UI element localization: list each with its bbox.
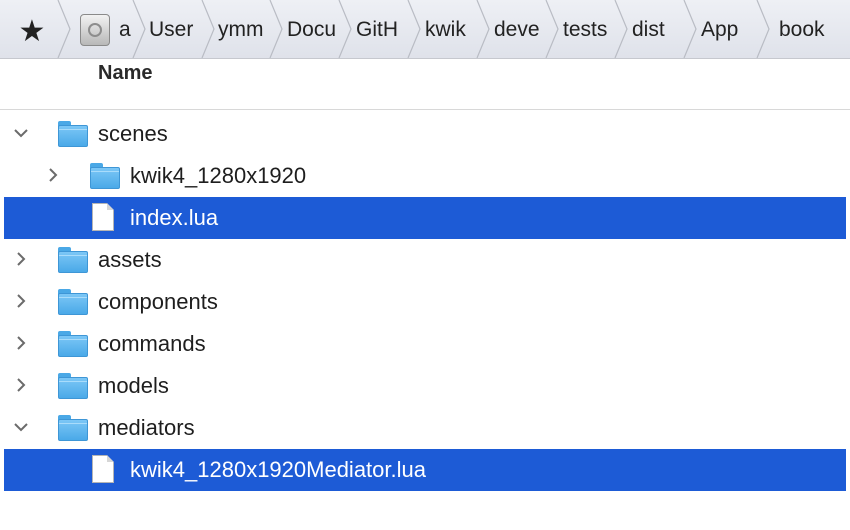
folder-icon [58, 247, 88, 273]
file-icon [92, 203, 114, 231]
chevron-down-icon[interactable] [10, 416, 32, 438]
item-label: index.lua [130, 205, 219, 230]
path-segment-kwik[interactable]: kwik [425, 0, 475, 58]
folder-icon [58, 331, 88, 357]
chevron-separator-icon [755, 0, 771, 58]
column-header-name[interactable]: Name [98, 62, 152, 85]
list-item-index-lua[interactable]: index.lua [4, 197, 846, 239]
list-item-commands[interactable]: commands [4, 323, 846, 365]
list-item-kwik4-folder[interactable]: kwik4_1280x1920 [4, 155, 846, 197]
favorites-star-icon[interactable]: ★ [14, 14, 50, 50]
path-segment-dist[interactable]: dist [632, 0, 682, 58]
header-divider [0, 109, 850, 110]
path-bar: ★ a User ymm Docu GitH kwik deve tests d… [0, 0, 850, 59]
chevron-separator-icon [544, 0, 560, 58]
file-icon [92, 455, 114, 483]
item-label: assets [98, 247, 162, 272]
path-segment-book[interactable]: book [779, 0, 839, 58]
folder-icon [58, 415, 88, 441]
list-item-scenes[interactable]: scenes [4, 113, 846, 155]
path-segment-documents[interactable]: Docu [287, 0, 337, 58]
list-item-mediator-lua[interactable]: kwik4_1280x1920Mediator.lua [4, 449, 846, 491]
path-segment-home[interactable]: ymm [218, 0, 268, 58]
item-label: kwik4_1280x1920 [130, 163, 307, 188]
chevron-right-icon[interactable] [10, 332, 32, 354]
chevron-separator-icon [337, 0, 353, 58]
hard-drive-icon[interactable] [80, 14, 110, 46]
chevron-separator-icon [682, 0, 698, 58]
list-item-models[interactable]: models [4, 365, 846, 407]
item-label: commands [98, 331, 206, 356]
chevron-separator-icon [131, 0, 147, 58]
item-label: components [98, 289, 218, 314]
chevron-right-icon[interactable] [42, 164, 64, 186]
item-label: models [98, 373, 169, 398]
chevron-separator-icon [56, 0, 72, 58]
path-segment-tests[interactable]: tests [563, 0, 613, 58]
chevron-right-icon[interactable] [10, 290, 32, 312]
path-segment-develop[interactable]: deve [494, 0, 544, 58]
folder-icon [58, 121, 88, 147]
chevron-separator-icon [613, 0, 629, 58]
list-item-components[interactable]: components [4, 281, 846, 323]
chevron-separator-icon [200, 0, 216, 58]
list-item-mediators[interactable]: mediators [4, 407, 846, 449]
chevron-right-icon[interactable] [10, 374, 32, 396]
path-segment-users[interactable]: User [149, 0, 199, 58]
item-label: kwik4_1280x1920Mediator.lua [130, 457, 426, 482]
chevron-separator-icon [268, 0, 284, 58]
item-label: mediators [98, 415, 195, 440]
folder-icon [58, 289, 88, 315]
list-item-assets[interactable]: assets [4, 239, 846, 281]
chevron-down-icon[interactable] [10, 122, 32, 144]
folder-icon [58, 373, 88, 399]
chevron-right-icon[interactable] [10, 248, 32, 270]
path-segment-app[interactable]: App [701, 0, 753, 58]
item-label: scenes [98, 121, 168, 146]
folder-icon [90, 163, 120, 189]
path-segment-github[interactable]: GitH [356, 0, 407, 58]
chevron-separator-icon [406, 0, 422, 58]
chevron-separator-icon [475, 0, 491, 58]
